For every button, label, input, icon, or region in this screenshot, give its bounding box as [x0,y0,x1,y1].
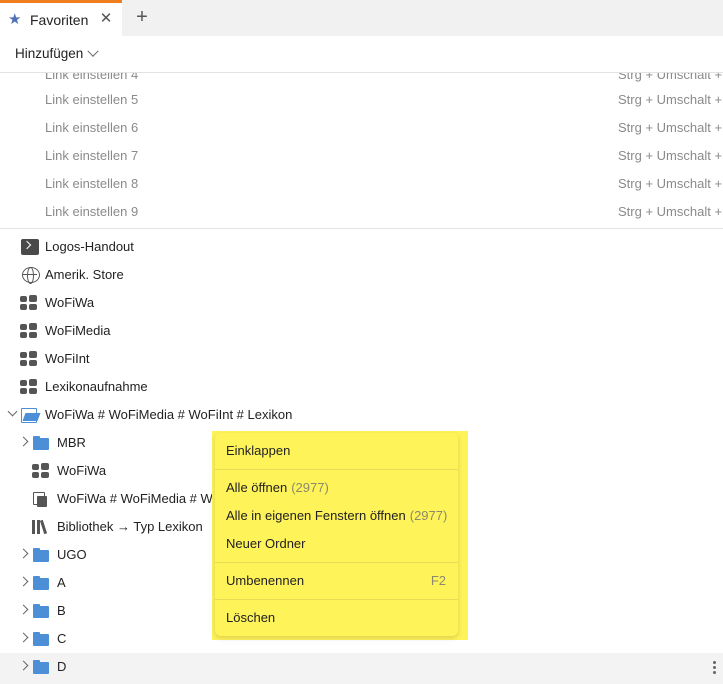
chevron-down-icon [87,45,99,57]
folder-icon [33,435,51,451]
menu-item-count: (2977) [409,508,448,523]
menu-item-new-folder[interactable]: Neuer Ordner [215,530,458,558]
folder-icon [33,631,51,647]
tree-folder[interactable]: D [0,653,723,684]
menu-item-label: Umbenennen [226,573,305,588]
library-icon [32,519,50,535]
shortcut-keys: Strg + Umschalt + [618,91,723,107]
add-button-label: Hinzufügen [15,46,84,61]
tree-item-label: UGO [57,547,87,562]
menu-item-shortcut: F2 [430,573,446,588]
menu-item-count: (2977) [291,480,329,495]
shortcut-label: Link einstellen 9 [45,203,139,219]
tree-item[interactable]: Logos-Handout [0,233,723,261]
collection-icon [20,323,38,339]
tree-item[interactable]: WoFiInt [0,345,723,373]
chevron-right-icon[interactable] [18,632,29,643]
shortcut-keys: Strg + Umschalt + [618,175,723,191]
shortcut-row[interactable]: Link einstellen 6 Strg + Umschalt + [0,113,723,141]
chevron-right-icon[interactable] [18,576,29,587]
context-menu: Einklappen Alle öffnen (2977) Alle in eig… [215,433,458,636]
menu-item-rename[interactable]: Umbenennen F2 [215,567,458,595]
tab-favoriten[interactable]: ★ Favoriten ✕ [0,0,122,36]
shortcut-row[interactable]: Link einstellen 9 Strg + Umschalt + [0,197,723,225]
menu-item-label: Neuer Ordner [226,536,306,551]
shortcut-list: Link einstellen 4 Strg + Umschalt + Link… [0,73,723,228]
shortcut-keys: Strg + Umschalt + [618,147,723,163]
more-options-icon[interactable] [713,661,717,675]
shortcut-keys: Strg + Umschalt + [618,203,723,219]
tree-item-label: WoFiWa # WoFiMedia # WoFiInt # Lexikon [45,407,293,422]
tab-title: Favoriten [30,11,89,28]
shortcut-label: Link einstellen 7 [45,147,139,163]
chevron-right-icon[interactable] [18,660,29,671]
chevron-right-icon[interactable] [18,604,29,615]
shortcut-keys: Strg + Umschalt + [618,73,723,82]
menu-item-delete[interactable]: Löschen [215,604,458,632]
tree-item-label: Lexikonaufnahme [45,379,148,394]
tree-item-label: B [57,603,66,618]
tree-item-label: Logos-Handout [45,239,134,254]
tree-item[interactable]: Lexikonaufnahme [0,373,723,401]
tree-item-label: A [57,575,66,590]
shortcut-label: Link einstellen 4 [45,73,139,82]
menu-item-collapse[interactable]: Einklappen [215,437,458,465]
shortcut-row[interactable]: Link einstellen 7 Strg + Umschalt + [0,141,723,169]
tree-item[interactable]: Amerik. Store [0,261,723,289]
shortcut-label: Link einstellen 6 [45,119,139,135]
shortcut-row[interactable]: Link einstellen 5 Strg + Umschalt + [0,85,723,113]
menu-item-text: Alle in eigenen Fenstern öffnen [226,508,406,523]
menu-item-open-all-windows[interactable]: Alle in eigenen Fenstern öffnen (2977) [215,502,458,530]
folder-icon [33,603,51,619]
menu-separator [215,562,458,563]
collection-icon [32,463,50,479]
menu-separator [215,469,458,470]
shortcut-row[interactable]: Link einstellen 8 Strg + Umschalt + [0,169,723,197]
tree-item-label: D [57,659,67,674]
tree-item-label: WoFiMedia [45,323,111,338]
menu-item-open-all[interactable]: Alle öffnen (2977) [215,474,458,502]
add-button[interactable]: Hinzufügen [15,45,99,61]
plus-icon: + [136,6,148,28]
tree-item-label: MBR [57,435,86,450]
menu-item-label: Alle in eigenen Fenstern öffnen (2977) [226,508,447,523]
menu-item-label: Alle öffnen (2977) [226,480,329,495]
close-icon[interactable]: ✕ [98,11,114,27]
star-icon: ★ [8,10,22,28]
tree-item-label: WoFiInt [45,351,90,366]
copy-icon [32,491,50,507]
tab-bar: ★ Favoriten ✕ + [0,0,723,36]
toolbar: Hinzufügen [0,36,723,73]
tree-item-label: Bibliothek → Typ Lexikon [57,519,203,534]
section-divider [0,228,723,229]
shortcut-label: Link einstellen 8 [45,175,139,191]
new-tab-button[interactable]: + [132,6,152,28]
tree-item-label: WoFiWa [57,463,107,478]
folder-icon [33,575,51,591]
chevron-right-icon[interactable] [18,436,29,447]
folder-icon [33,547,51,563]
tree-item-label: C [57,631,67,646]
chevron-right-icon[interactable] [18,548,29,559]
tree-item-label: WoFiWa # WoFiMedia # WoF [57,491,228,506]
tree-item[interactable]: WoFiMedia [0,317,723,345]
tree-item-label: WoFiWa [45,295,95,310]
menu-separator [215,599,458,600]
terminal-icon [21,239,39,255]
chevron-down-icon[interactable] [7,406,18,417]
globe-icon [22,267,40,284]
menu-item-label: Löschen [226,610,276,625]
folder-open-icon [21,407,39,423]
shortcut-keys: Strg + Umschalt + [618,119,723,135]
tree-item[interactable]: WoFiWa [0,289,723,317]
collection-icon [20,295,38,311]
menu-item-label: Einklappen [226,443,291,458]
tree-folder-expanded[interactable]: WoFiWa # WoFiMedia # WoFiInt # Lexikon [0,401,723,429]
menu-item-text: Alle öffnen [226,480,288,495]
folder-icon [33,659,51,675]
tree-item-label: Amerik. Store [45,267,124,282]
collection-icon [20,351,38,367]
shortcut-label: Link einstellen 5 [45,91,139,107]
collection-icon [20,379,38,395]
